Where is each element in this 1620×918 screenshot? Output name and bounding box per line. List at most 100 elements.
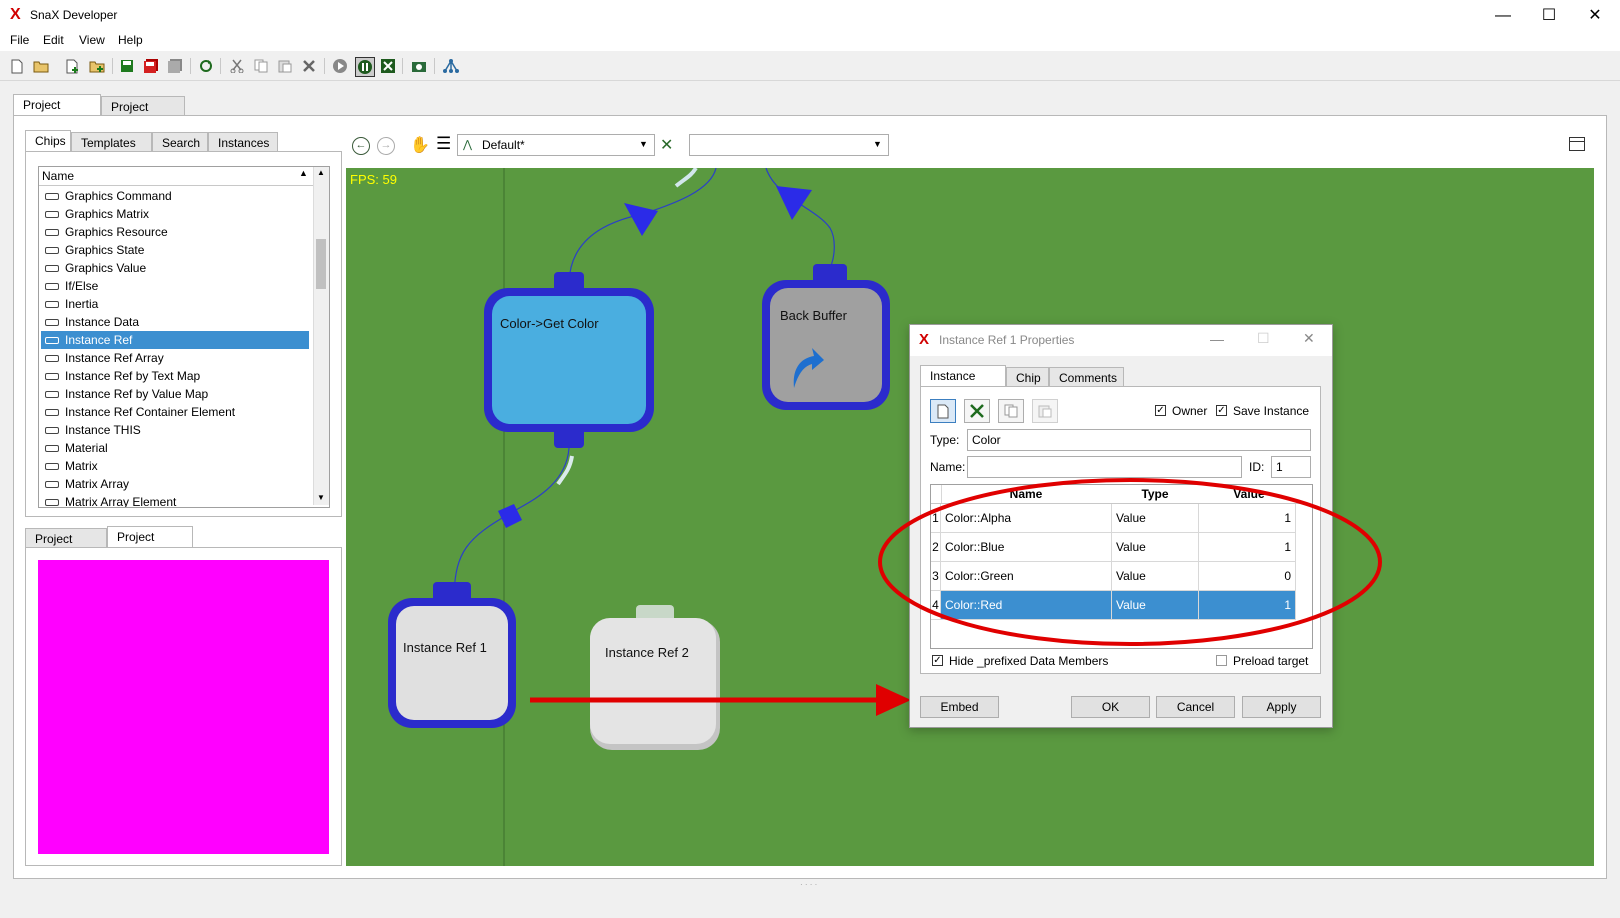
- chip-list-item[interactable]: Instance Ref Array: [41, 349, 309, 367]
- owner-checkbox[interactable]: ✓: [1155, 405, 1166, 416]
- chip-list-item[interactable]: Graphics Value: [41, 259, 309, 277]
- tab-preview-project-view[interactable]: Project View: [107, 526, 193, 564]
- class-select[interactable]: ⋀ Default* ▼: [457, 134, 655, 156]
- chip-list-item[interactable]: Matrix Array Element: [41, 493, 309, 507]
- save-all-icon[interactable]: [142, 57, 160, 75]
- tab-project-tree[interactable]: Project Tree: [25, 528, 107, 566]
- chip-list-item-label: Matrix Array: [65, 477, 130, 491]
- chip-list-scrollbar[interactable]: ▲ ▼: [313, 167, 329, 505]
- chip-list-item[interactable]: If/Else: [41, 277, 309, 295]
- open-folder-icon[interactable]: [32, 57, 50, 75]
- chevron-down-icon: ▼: [873, 139, 882, 149]
- chip-icon: [45, 319, 59, 327]
- tab-instances[interactable]: Instances: [208, 132, 278, 152]
- copy-instance-button[interactable]: [998, 399, 1024, 423]
- menu-file[interactable]: File: [10, 33, 29, 47]
- embed-button[interactable]: Embed: [920, 696, 999, 718]
- stop-icon[interactable]: [379, 57, 397, 75]
- camera-icon[interactable]: [410, 57, 428, 75]
- node-get-color-label[interactable]: Color->Get Color: [500, 316, 599, 331]
- node-back-buffer-label[interactable]: Back Buffer: [780, 308, 847, 323]
- tab-project-view[interactable]: Project View: [101, 96, 185, 134]
- connection-arrow: [624, 203, 658, 236]
- maximize-button[interactable]: ☐: [1526, 0, 1572, 31]
- class-hierarchy-icon: ⋀: [463, 139, 473, 151]
- back-button[interactable]: ←: [352, 137, 370, 155]
- type-label: Type:: [930, 433, 960, 447]
- chip-list-item[interactable]: Instance THIS: [41, 421, 309, 439]
- resize-grip[interactable]: · · · ·: [800, 880, 817, 889]
- dialog-tab-comments[interactable]: Comments: [1049, 367, 1124, 387]
- paste-instance-button[interactable]: [1032, 399, 1058, 423]
- new-file-icon[interactable]: [8, 57, 26, 75]
- chip-list-item[interactable]: Instance Ref Container Element: [41, 403, 309, 421]
- dialog-minimize-button[interactable]: —: [1210, 331, 1224, 347]
- chip-list-item[interactable]: Instance Data: [41, 313, 309, 331]
- hierarchy-icon[interactable]: [442, 57, 460, 75]
- title-bar: X SnaX Developer — ☐ ✕: [0, 0, 1620, 31]
- paste-icon[interactable]: [276, 57, 294, 75]
- chip-list-item[interactable]: Instance Ref by Value Map: [41, 385, 309, 403]
- scroll-down-icon[interactable]: ▼: [317, 493, 325, 502]
- chip-list-item[interactable]: Graphics Matrix: [41, 205, 309, 223]
- refresh-icon[interactable]: [197, 57, 215, 75]
- copy-icon[interactable]: [252, 57, 270, 75]
- sort-up-icon: ▲: [299, 168, 308, 178]
- dialog-title-bar: X Instance Ref 1 Properties — ☐ ✕: [910, 325, 1332, 356]
- menu-view[interactable]: View: [79, 33, 105, 47]
- toolbar-separator: [220, 58, 221, 74]
- chip-list-header[interactable]: Name ▲: [39, 167, 313, 186]
- panel-toggle-icon[interactable]: [1569, 137, 1585, 151]
- chip-list-item[interactable]: Matrix Array: [41, 475, 309, 493]
- ok-button[interactable]: OK: [1071, 696, 1150, 718]
- forward-button[interactable]: →: [377, 137, 395, 155]
- secondary-select[interactable]: ▼: [689, 134, 889, 156]
- node-ref1-label[interactable]: Instance Ref 1: [403, 640, 487, 655]
- chip-list-item[interactable]: Graphics Command: [41, 187, 309, 205]
- chip-list-item[interactable]: Instance Ref by Text Map: [41, 367, 309, 385]
- clear-instance-button[interactable]: [964, 399, 990, 423]
- menu-edit[interactable]: Edit: [43, 33, 64, 47]
- clear-close-icon[interactable]: ✕: [660, 135, 673, 155]
- chip-list-item[interactable]: Graphics State: [41, 241, 309, 259]
- column-header-name: Name: [42, 169, 75, 183]
- cut-icon[interactable]: [228, 57, 246, 75]
- chip-icon: [45, 391, 59, 399]
- apply-button[interactable]: Apply: [1242, 696, 1321, 718]
- hand-tool-icon[interactable]: ✋: [410, 135, 430, 155]
- save-instance-checkbox[interactable]: ✓: [1216, 405, 1227, 416]
- save-copy-icon[interactable]: [166, 57, 184, 75]
- dialog-maximize-button[interactable]: ☐: [1257, 330, 1270, 347]
- list-menu-icon[interactable]: ☰: [436, 134, 451, 154]
- dialog-tab-chip[interactable]: Chip: [1006, 367, 1049, 387]
- dialog-close-button[interactable]: ✕: [1303, 330, 1315, 347]
- pause-icon[interactable]: [355, 57, 375, 77]
- menu-help[interactable]: Help: [118, 33, 143, 47]
- delete-icon[interactable]: [300, 57, 318, 75]
- scroll-thumb[interactable]: [316, 239, 326, 289]
- chip-list-item[interactable]: Instance Ref: [41, 331, 309, 349]
- dialog-tab-instance-ref[interactable]: Instance Ref: [920, 365, 1006, 403]
- add-folder-icon[interactable]: [88, 57, 106, 75]
- chip-list-item[interactable]: Material: [41, 439, 309, 457]
- minimize-button[interactable]: —: [1480, 0, 1526, 31]
- tab-chips[interactable]: Chips: [25, 130, 71, 152]
- chip-list-item[interactable]: Graphics Resource: [41, 223, 309, 241]
- add-page-icon[interactable]: [64, 57, 82, 75]
- node-ref2-body: [590, 618, 716, 744]
- close-button[interactable]: ✕: [1572, 0, 1618, 31]
- chip-list-item[interactable]: Inertia: [41, 295, 309, 313]
- chip-list-item[interactable]: Matrix: [41, 457, 309, 475]
- scroll-up-icon[interactable]: ▲: [317, 168, 325, 177]
- cancel-button[interactable]: Cancel: [1156, 696, 1235, 718]
- chip-list-item-label: Material: [65, 441, 108, 455]
- node-ref2-label[interactable]: Instance Ref 2: [605, 645, 689, 660]
- tab-templates[interactable]: Templates: [71, 132, 152, 152]
- chip-icon: [45, 481, 59, 489]
- tab-search[interactable]: Search: [152, 132, 208, 152]
- save-icon[interactable]: [118, 57, 136, 75]
- new-instance-button[interactable]: [930, 399, 956, 423]
- type-field[interactable]: Color: [967, 429, 1311, 451]
- tab-project-editor[interactable]: Project Editor: [13, 94, 101, 132]
- play-icon[interactable]: [331, 57, 349, 75]
